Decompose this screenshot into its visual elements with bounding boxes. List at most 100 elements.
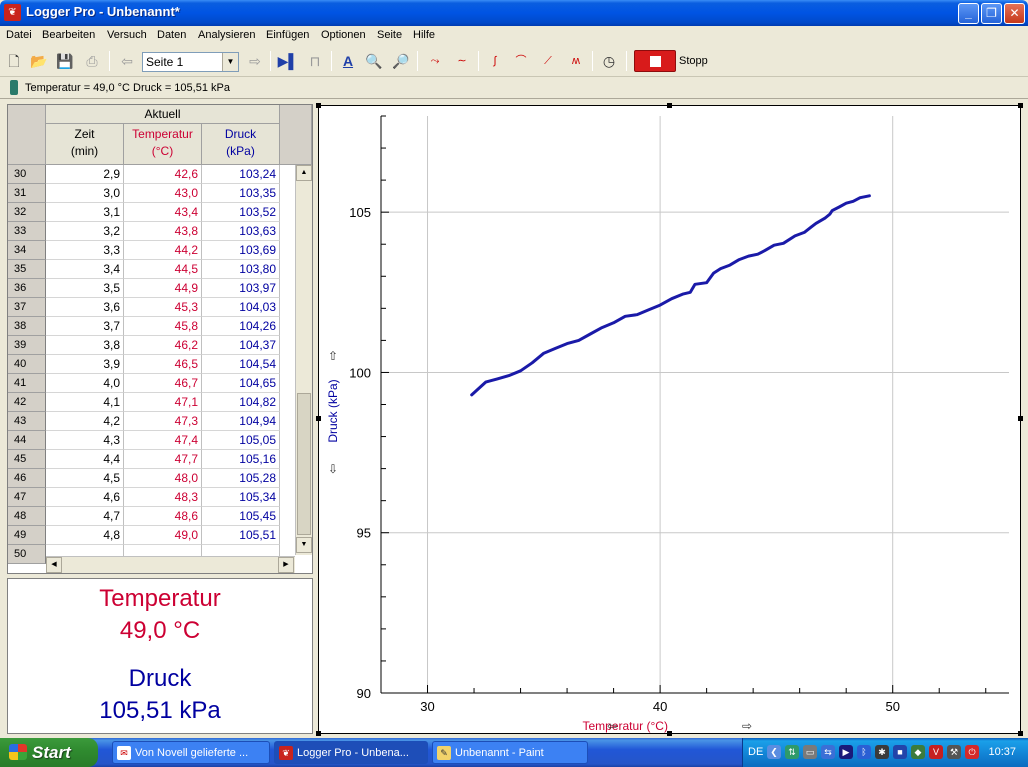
table-row[interactable]: 41 4,0 46,7 104,65 [8,374,295,393]
row-number[interactable]: 30 [8,165,46,184]
cell-druck[interactable]: 103,97 [202,279,280,298]
scroll-down-icon[interactable]: ▼ [296,537,312,553]
table-row[interactable]: 38 3,7 45,8 104,26 [8,317,295,336]
bluetooth-icon[interactable]: ᛒ [857,745,871,759]
cell-temperatur[interactable]: 43,4 [124,203,202,222]
row-number[interactable]: 47 [8,488,46,507]
row-number[interactable]: 49 [8,526,46,545]
cell-druck[interactable]: 104,82 [202,393,280,412]
resize-handle[interactable] [667,103,672,108]
table-row[interactable]: 43 4,2 47,3 104,94 [8,412,295,431]
stop-label[interactable]: Stopp [679,55,708,67]
resize-handle[interactable] [1018,103,1023,108]
back-arrow-icon[interactable]: ❮ [767,745,781,759]
page-select[interactable]: Seite 1 ▼ [142,52,239,72]
cell-temperatur[interactable]: 46,7 [124,374,202,393]
resize-handle[interactable] [316,103,321,108]
zoom-out-icon[interactable]: 🔎 [390,50,412,72]
new-file-icon[interactable]: 🗋 [3,50,25,72]
resize-handle[interactable] [316,731,321,736]
data-series-line[interactable] [470,194,871,397]
row-number[interactable]: 39 [8,336,46,355]
cell-temperatur[interactable]: 43,8 [124,222,202,241]
zoom-in-icon[interactable]: 🔍 [363,50,385,72]
menu-versuch[interactable]: Versuch [107,29,147,41]
sensor-setup-icon[interactable]: ⊓ [304,50,326,72]
resize-handle[interactable] [1018,731,1023,736]
cell-zeit[interactable]: 3,8 [46,336,124,355]
cell-temperatur[interactable]: 45,3 [124,298,202,317]
menu-einfuegen[interactable]: Einfügen [266,29,309,41]
column-header-druck[interactable]: Druck (kPa) [202,124,280,165]
cell-druck[interactable]: 103,80 [202,260,280,279]
cell-temperatur[interactable]: 44,5 [124,260,202,279]
scrollbar-thumb[interactable] [297,393,311,535]
cell-druck[interactable]: 103,24 [202,165,280,184]
cell-zeit[interactable]: 3,3 [46,241,124,260]
integral-icon[interactable]: ⌒ [510,50,532,72]
table-row[interactable]: 34 3,3 44,2 103,69 [8,241,295,260]
menu-analysieren[interactable]: Analysieren [198,29,255,41]
cell-zeit[interactable]: 4,6 [46,488,124,507]
cell-zeit[interactable]: 3,4 [46,260,124,279]
menu-optionen[interactable]: Optionen [321,29,366,41]
vertical-scrollbar[interactable]: ▲ ▼ [295,165,312,555]
row-number[interactable]: 36 [8,279,46,298]
cell-temperatur[interactable]: 44,2 [124,241,202,260]
taskbar-item-novell[interactable]: ✉ Von Novell gelieferte ... [112,741,270,764]
cell-zeit[interactable]: 3,6 [46,298,124,317]
cell-zeit[interactable]: 4,4 [46,450,124,469]
cell-temperatur[interactable]: 44,9 [124,279,202,298]
scroll-down-arrow-icon[interactable]: ⇩ [328,462,338,476]
cell-zeit[interactable]: 4,5 [46,469,124,488]
table-row[interactable]: 42 4,1 47,1 104,82 [8,393,295,412]
close-button[interactable]: ✕ [1004,3,1025,24]
row-number[interactable]: 35 [8,260,46,279]
cell-druck[interactable]: 105,51 [202,526,280,545]
statistics-icon[interactable]: ∫ [484,50,506,72]
table-row[interactable]: 32 3,1 43,4 103,52 [8,203,295,222]
scroll-up-arrow-icon[interactable]: ⇧ [328,349,338,363]
row-number[interactable]: 33 [8,222,46,241]
save-icon[interactable]: 💾 [54,50,76,72]
sensor-icon[interactable] [10,80,18,95]
row-number[interactable]: 40 [8,355,46,374]
linear-fit-icon[interactable]: ⟋ [537,50,559,72]
cell-druck[interactable]: 105,05 [202,431,280,450]
settings-icon[interactable]: ✱ [875,745,889,759]
cell-druck[interactable]: 105,45 [202,507,280,526]
table-row[interactable]: 37 3,6 45,3 104,03 [8,298,295,317]
cell-zeit[interactable]: 4,3 [46,431,124,450]
cell-zeit[interactable]: 4,8 [46,526,124,545]
cell-zeit[interactable]: 3,7 [46,317,124,336]
cell-druck[interactable]: 105,28 [202,469,280,488]
row-number[interactable]: 38 [8,317,46,336]
network-connection-icon[interactable]: ⇆ [821,745,835,759]
print-icon[interactable]: ⎙ [81,50,103,72]
row-number[interactable]: 43 [8,412,46,431]
cell-druck[interactable]: 103,69 [202,241,280,260]
cell-zeit[interactable]: 3,2 [46,222,124,241]
start-button[interactable]: Start [0,738,98,767]
cell-temperatur[interactable]: 46,5 [124,355,202,374]
column-header-temperatur[interactable]: Temperatur (°C) [124,124,202,165]
graph-panel[interactable]: 30 40 50 90 95 100 105 Temperatur (°C) Druck (kP… [318,105,1021,734]
cell-zeit[interactable]: 3,9 [46,355,124,374]
tangent-icon[interactable]: ∼ [451,50,473,72]
cell-zeit[interactable]: 2,9 [46,165,124,184]
x-axis-label[interactable]: Temperatur (°C) [582,719,667,733]
table-row[interactable]: 36 3,5 44,9 103,97 [8,279,295,298]
language-indicator[interactable]: DE [748,746,763,758]
resize-handle[interactable] [316,416,321,421]
cell-druck[interactable]: 105,34 [202,488,280,507]
power-icon[interactable]: ⏻ [965,745,979,759]
media-player-icon[interactable]: ▶ [839,745,853,759]
y-axis-label[interactable]: Druck (kPa) [326,379,340,442]
cell-druck[interactable]: 104,54 [202,355,280,374]
tool-icon[interactable]: ⚒ [947,745,961,759]
pressure-temperature-graph[interactable]: 30 40 50 90 95 100 105 Temperatur (°C) Druck (kP… [319,106,1020,733]
taskbar-item-logger-pro[interactable]: ❦ Logger Pro - Unbena... [274,741,428,764]
row-number[interactable]: 34 [8,241,46,260]
row-number[interactable]: 46 [8,469,46,488]
cell-temperatur[interactable]: 45,8 [124,317,202,336]
